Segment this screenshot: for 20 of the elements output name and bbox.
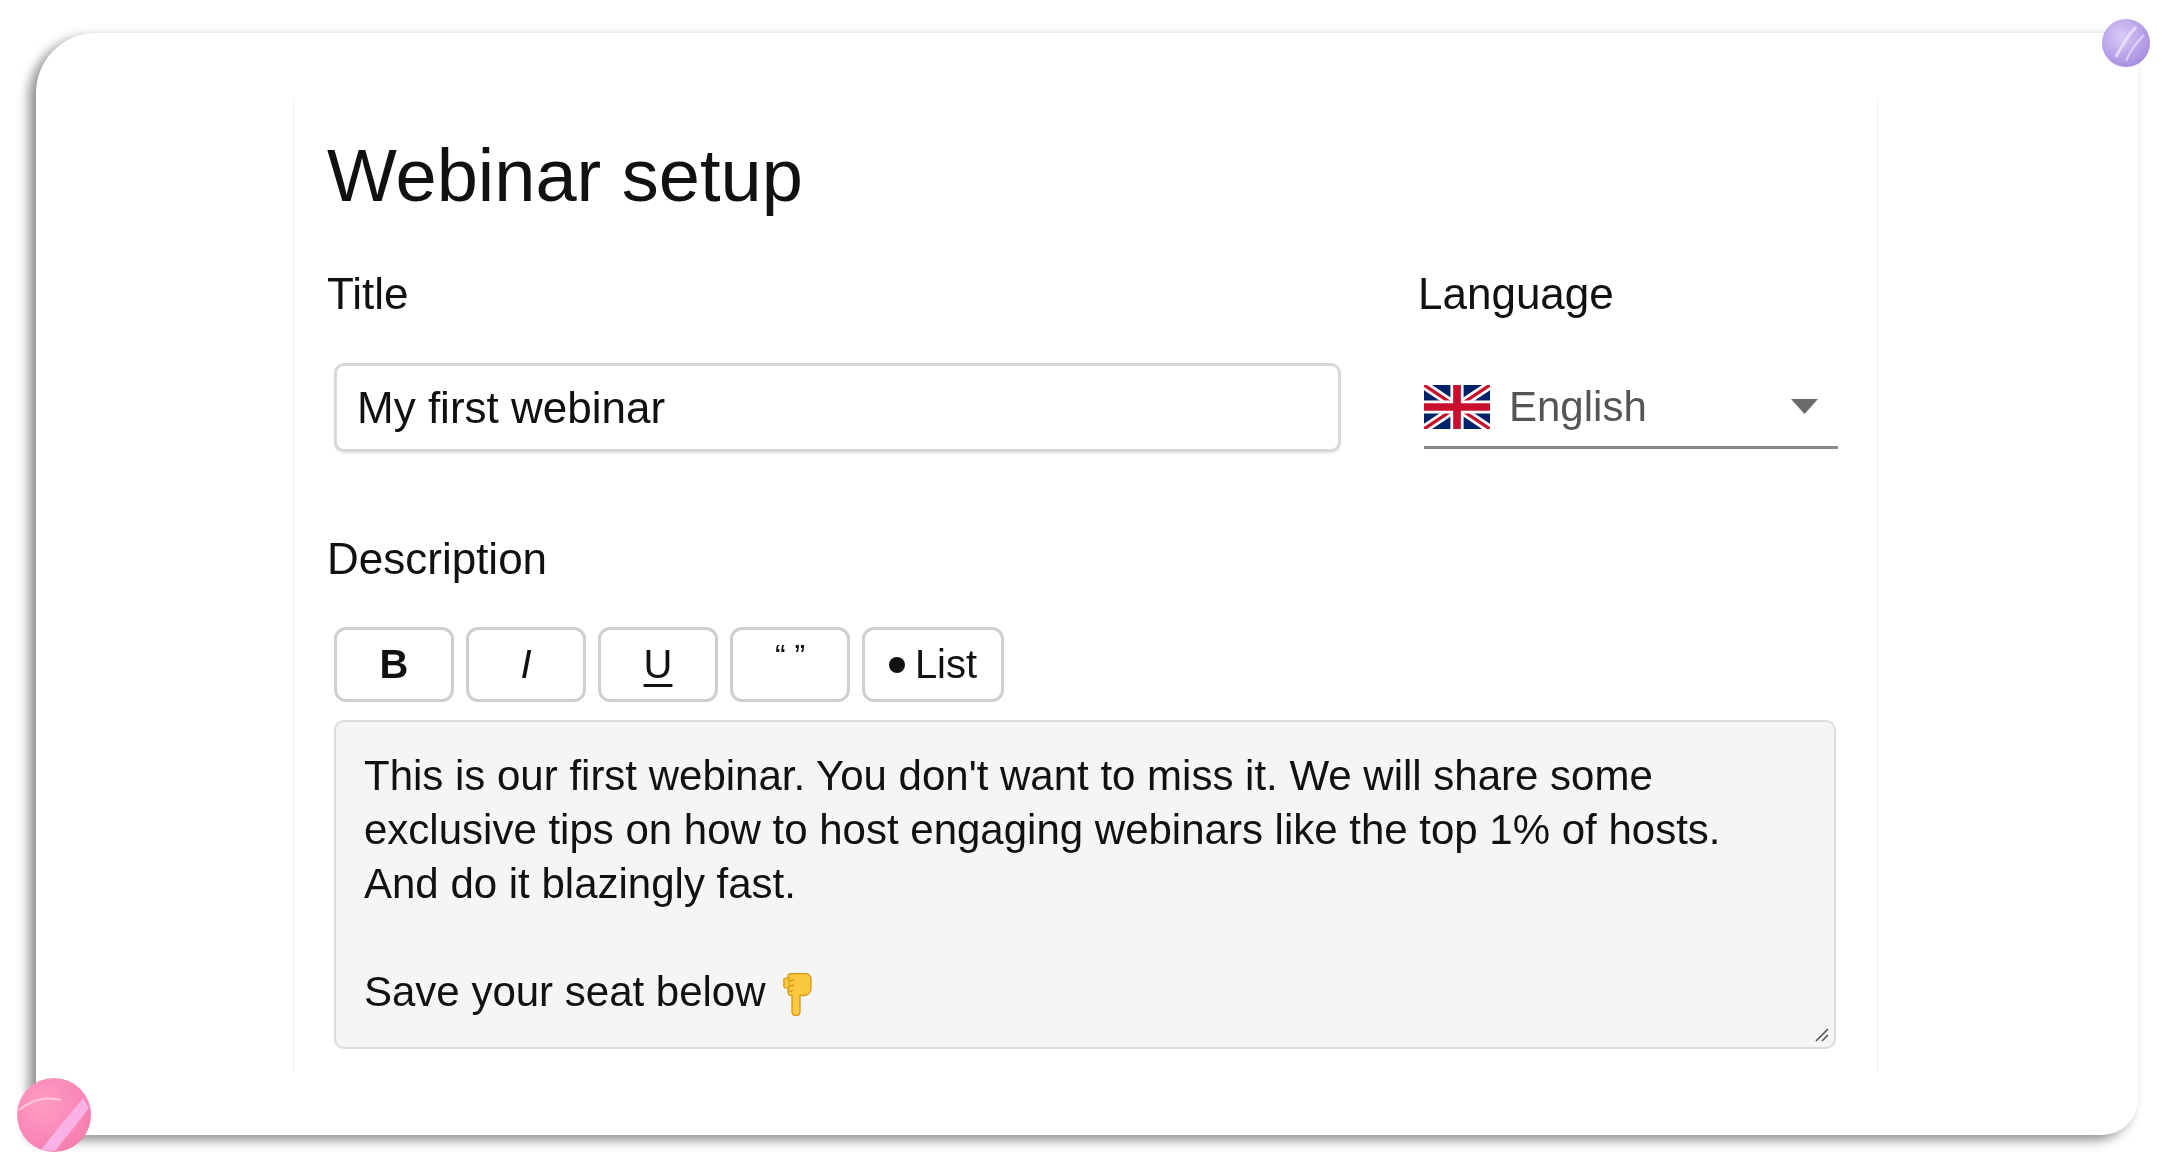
language-select[interactable]: English bbox=[1424, 363, 1838, 449]
decorative-dot-icon bbox=[2102, 19, 2150, 67]
language-label: Language bbox=[1418, 268, 1614, 319]
description-text: Save your seat below bbox=[364, 968, 766, 1015]
caret-icon bbox=[1791, 399, 1818, 414]
description-field[interactable]: This is our first webinar. You don't want to miss it. We will share some exclusive tips on how to host engaging webinars like the top 1% of hosts. And do it blazingly fast. Save your seat below bbox=[334, 720, 1836, 1049]
title-label: Title bbox=[327, 268, 409, 319]
bullet-icon bbox=[888, 656, 905, 673]
list-button[interactable]: List bbox=[862, 627, 1004, 702]
description-text: This is our first webinar. You don't want to miss it. We will share some exclusive tips on how to host engaging webinars like the top 1% of hosts. And do it blazingly fast. bbox=[364, 752, 1721, 907]
quote-button[interactable]: “ ” bbox=[730, 627, 850, 702]
flag-icon bbox=[1424, 384, 1490, 429]
underline-button[interactable]: U bbox=[598, 627, 718, 702]
page-heading: Webinar setup bbox=[327, 133, 803, 218]
bold-button[interactable]: B bbox=[334, 627, 454, 702]
title-input[interactable]: My first webinar bbox=[334, 363, 1341, 452]
resize-handle-icon bbox=[1813, 1026, 1830, 1043]
italic-button[interactable]: I bbox=[466, 627, 586, 702]
description-label: Description bbox=[327, 533, 548, 584]
decorative-dot-icon bbox=[17, 1078, 91, 1152]
